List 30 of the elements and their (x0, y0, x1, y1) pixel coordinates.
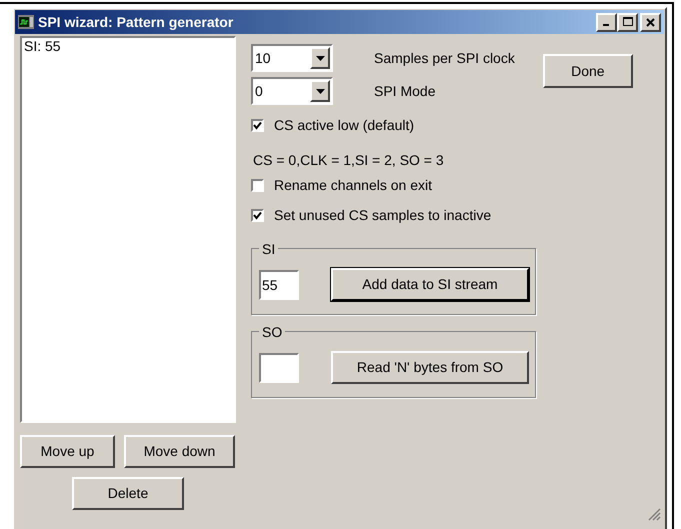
minimize-icon (602, 24, 608, 26)
resize-grip-icon[interactable] (648, 508, 661, 521)
samples-dropdown[interactable]: 10 (251, 44, 333, 72)
checkbox-label: Set unused CS samples to inactive (274, 206, 492, 225)
maximize-button[interactable] (617, 12, 638, 32)
move-down-button[interactable]: Move down (124, 435, 235, 468)
checkbox[interactable] (251, 209, 264, 222)
samples-label: Samples per SPI clock (374, 48, 515, 68)
checkbox-label: Rename channels on exit (274, 176, 432, 195)
maximize-icon (622, 17, 632, 27)
checkbox[interactable] (251, 119, 264, 132)
value-field[interactable] (259, 352, 299, 382)
checkbox-label: CS active low (default) (274, 116, 414, 135)
add-data-button[interactable]: Add data to SI stream (331, 268, 529, 301)
value-field[interactable]: 55 (259, 270, 299, 300)
checkbox[interactable] (251, 179, 264, 192)
done-button[interactable]: Done (542, 54, 633, 88)
read-bytes-button[interactable]: Read 'N' bytes from SO (331, 351, 529, 384)
window-title: SPI wizard: Pattern generator (38, 12, 234, 32)
close-button[interactable] (640, 12, 661, 32)
minimize-button[interactable] (596, 12, 617, 32)
delete-button[interactable]: Delete (72, 477, 184, 510)
spi-mode-dropdown[interactable]: 0 (251, 77, 333, 105)
channel-map-text: CS = 0,CLK = 1,SI = 2, SO = 3 (253, 151, 445, 170)
list-item[interactable]: SI: 55 (22, 38, 234, 55)
close-icon (646, 18, 655, 26)
pattern-list[interactable]: SI: 55 (20, 36, 236, 423)
spi-mode-label: SPI Mode (374, 82, 436, 100)
app-icon (18, 15, 34, 29)
move-up-button[interactable]: Move up (20, 435, 115, 468)
